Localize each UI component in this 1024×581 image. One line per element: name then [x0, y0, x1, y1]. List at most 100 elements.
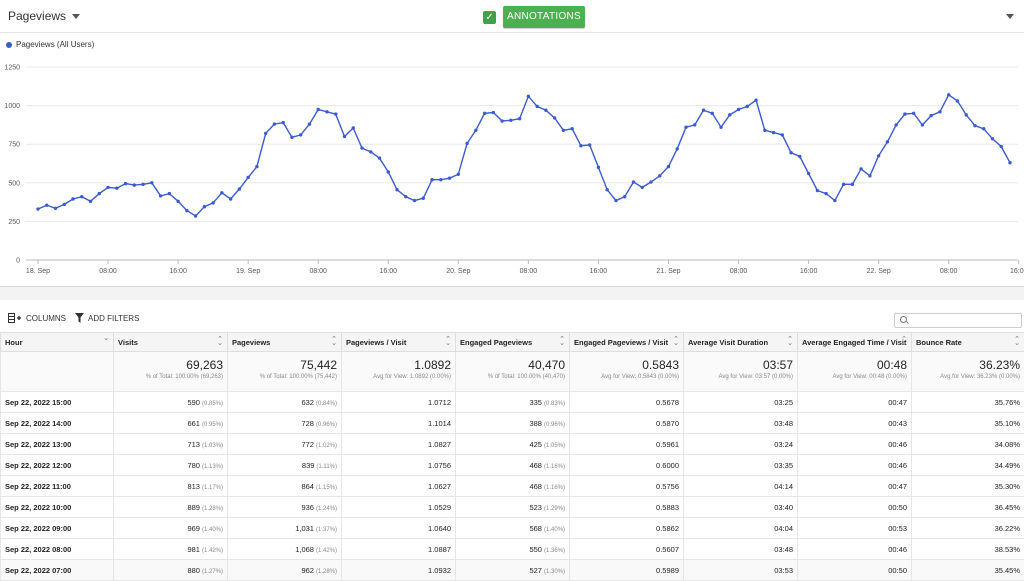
table-row[interactable]: Sep 22, 2022 14:00661(0.95%)728(0.96%)1.…	[1, 413, 1024, 434]
table-row[interactable]: Sep 22, 2022 12:00780(1.13%)839(1.11%)1.…	[1, 455, 1024, 476]
cell-value: 0.5607	[656, 545, 679, 554]
table-row[interactable]: Sep 22, 2022 09:00969(1.40%)1,031(1.37%)…	[1, 518, 1024, 539]
metric-cell: 780(1.13%)	[114, 455, 228, 476]
data-point	[159, 194, 162, 197]
column-header-visits[interactable]: Visits⌃⌄	[114, 333, 228, 352]
cell-percent: (1.30%)	[544, 569, 565, 575]
table-search-input[interactable]	[894, 313, 1022, 328]
data-point	[71, 197, 74, 200]
top-bar: Pageviews ✓ ANNOTATIONS	[0, 0, 1024, 33]
cell-value: 936	[301, 503, 314, 512]
data-point	[781, 133, 784, 136]
hour-cell[interactable]: Sep 22, 2022 10:00	[1, 497, 114, 518]
cell-value: Sep 22, 2022 15:00	[5, 398, 71, 407]
sort-icon: ⌃⌄	[331, 338, 337, 346]
data-point	[912, 112, 915, 115]
data-point	[597, 166, 600, 169]
hour-cell[interactable]: Sep 22, 2022 07:00	[1, 560, 114, 581]
cell-value: Sep 22, 2022 07:00	[5, 566, 71, 575]
data-point	[80, 195, 83, 198]
cell-value: 00:43	[888, 419, 907, 428]
cell-value: 0.5870	[656, 419, 679, 428]
cell-value: 0.6000	[656, 461, 679, 470]
hour-cell[interactable]: Sep 22, 2022 08:00	[1, 539, 114, 560]
metric-cell: 981(1.42%)	[114, 539, 228, 560]
column-header-avg-engaged-time[interactable]: Average Engaged Time / Visit⌃⌄	[798, 333, 912, 352]
cell-value: 36.45%	[995, 503, 1020, 512]
metric-dropdown[interactable]: Pageviews	[8, 9, 80, 23]
data-point	[317, 108, 320, 111]
cell-value: 04:14	[774, 482, 793, 491]
x-tick-label: 16:00	[169, 268, 187, 275]
data-point	[605, 188, 608, 191]
data-point	[772, 131, 775, 134]
cell-value: 0.5678	[656, 398, 679, 407]
column-header-bounce-rate[interactable]: Bounce Rate⌃⌄	[912, 333, 1024, 352]
table-row[interactable]: Sep 22, 2022 13:00713(1.03%)772(1.02%)1.…	[1, 434, 1024, 455]
cell-percent: (1.28%)	[316, 569, 337, 575]
column-header-hour[interactable]: Hour⌄	[1, 333, 114, 352]
cell-percent: (1.15%)	[316, 485, 337, 491]
data-point	[290, 136, 293, 139]
data-point	[570, 127, 573, 130]
metric-cell: 839(1.11%)	[228, 455, 342, 476]
metric-cell: 03:25	[684, 392, 798, 413]
cell-percent: (1.36%)	[544, 548, 565, 554]
hour-cell[interactable]: Sep 22, 2022 12:00	[1, 455, 114, 476]
table-row[interactable]: Sep 22, 2022 07:00880(1.27%)962(1.28%)1.…	[1, 560, 1024, 581]
data-point	[623, 195, 626, 198]
column-header-engaged-pageviews[interactable]: Engaged Pageviews⌃⌄	[456, 333, 570, 352]
data-point	[798, 155, 801, 158]
data-point	[474, 129, 477, 132]
cell-value: 550	[529, 545, 542, 554]
hour-cell[interactable]: Sep 22, 2022 11:00	[1, 476, 114, 497]
x-tick-label: 16:00	[800, 268, 818, 275]
column-header-pageviews[interactable]: Pageviews⌃⌄	[228, 333, 342, 352]
chart-options-chevron-icon[interactable]	[1006, 14, 1014, 19]
cell-value: 00:50	[888, 503, 907, 512]
hour-cell[interactable]: Sep 22, 2022 09:00	[1, 518, 114, 539]
data-point	[203, 205, 206, 208]
data-point	[702, 109, 705, 112]
metric-cell: 00:47	[798, 476, 912, 497]
columns-button[interactable]: COLUMNS	[8, 313, 66, 323]
metric-cell: 632(0.84%)	[228, 392, 342, 413]
cell-value: 1.0932	[428, 566, 451, 575]
data-point	[483, 112, 486, 115]
metric-cell: 36.22%	[912, 518, 1024, 539]
hour-cell[interactable]: Sep 22, 2022 14:00	[1, 413, 114, 434]
metric-cell: 1,031(1.37%)	[228, 518, 342, 539]
cell-value: 0.5961	[656, 440, 679, 449]
table-row[interactable]: Sep 22, 2022 11:00813(1.17%)864(1.15%)1.…	[1, 476, 1024, 497]
column-header-engaged-pageviews-per-visit[interactable]: Engaged Pageviews / Visit⌃⌄	[570, 333, 684, 352]
column-header-pageviews-per-visit[interactable]: Pageviews / Visit⌃⌄	[342, 333, 456, 352]
data-point	[719, 126, 722, 129]
x-tick-label: 16:00	[380, 268, 398, 275]
add-filters-button[interactable]: ADD FILTERS	[75, 313, 139, 323]
column-header-avg-visit-duration[interactable]: Average Visit Duration⌃⌄	[684, 333, 798, 352]
metric-cell: 35.10%	[912, 413, 1024, 434]
table-row[interactable]: Sep 22, 2022 10:00889(1.28%)936(1.24%)1.…	[1, 497, 1024, 518]
metric-cell: 1.0827	[342, 434, 456, 455]
metric-cell: 04:04	[684, 518, 798, 539]
cell-value: 590	[187, 398, 200, 407]
table-row[interactable]: Sep 22, 2022 15:00590(0.85%)632(0.84%)1.…	[1, 392, 1024, 413]
metric-cell: 425(1.05%)	[456, 434, 570, 455]
data-point	[63, 203, 66, 206]
hour-cell[interactable]: Sep 22, 2022 13:00	[1, 434, 114, 455]
search-icon	[900, 316, 907, 323]
metric-cell: 0.6000	[570, 455, 684, 476]
x-tick-label: 08:00	[99, 268, 117, 275]
annotations-checkbox[interactable]: ✓	[483, 11, 496, 24]
y-tick-label: 1000	[4, 103, 20, 110]
x-tick-label: 08:00	[309, 268, 327, 275]
annotations-button[interactable]: ANNOTATIONS	[503, 6, 585, 28]
cell-value: 03:53	[774, 566, 793, 575]
cell-value: 661	[187, 419, 200, 428]
chart-legend[interactable]: Pageviews (All Users)	[6, 40, 94, 49]
data-point	[982, 127, 985, 130]
hour-cell[interactable]: Sep 22, 2022 15:00	[1, 392, 114, 413]
table-row[interactable]: Sep 22, 2022 08:00981(1.42%)1,068(1.42%)…	[1, 539, 1024, 560]
chevron-down-icon: ⌄	[103, 337, 109, 341]
cell-percent: (1.24%)	[316, 506, 337, 512]
